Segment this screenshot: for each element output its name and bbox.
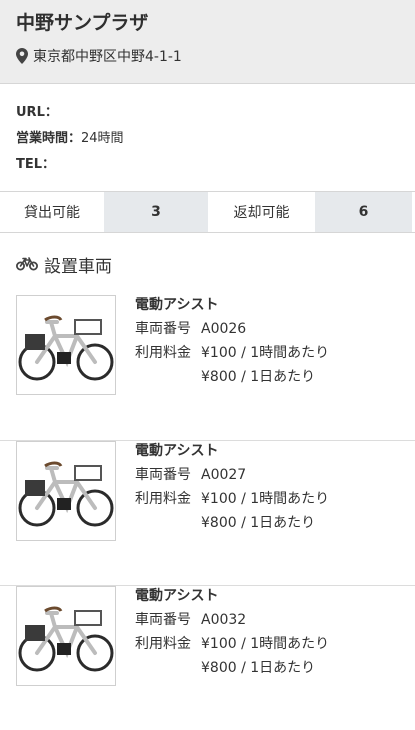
fee-label: 利用料金	[135, 636, 191, 652]
fee-label: 利用料金	[135, 491, 191, 507]
vehicle-id: A0027	[201, 467, 247, 483]
fee-hourly: ¥100 / 1時間あたり	[201, 491, 330, 507]
map-pin-icon	[16, 48, 28, 64]
vehicle-card[interactable]: 電動アシスト 車両番号 A0026 利用料金 ¥100 / 1時間あたり ¥80…	[0, 295, 415, 440]
url-label: URL：	[16, 105, 58, 120]
vehicle-image	[16, 295, 116, 395]
vehicle-image	[16, 586, 116, 686]
fee-hourly: ¥100 / 1時間あたり	[201, 345, 330, 361]
address-row: 東京都中野区中野4-1-1	[16, 46, 399, 66]
fee-daily: ¥800 / 1日あたり	[201, 660, 316, 676]
url-row: URL：	[16, 100, 399, 126]
vehicle-details: 電動アシスト 車両番号 A0026 利用料金 ¥100 / 1時間あたり ¥80…	[135, 295, 329, 440]
station-address: 東京都中野区中野4-1-1	[33, 49, 182, 65]
bicycle-icon	[16, 257, 38, 271]
section-title: 設置車両	[0, 233, 415, 295]
vehicle-id: A0026	[201, 321, 247, 337]
vehicle-details: 電動アシスト 車両番号 A0027 利用料金 ¥100 / 1時間あたり ¥80…	[135, 441, 329, 585]
vehicle-id-label: 車両番号	[135, 612, 191, 628]
vehicle-type: 電動アシスト	[135, 588, 219, 604]
rent-available-label: 貸出可能	[0, 192, 104, 232]
bicycle-photo-icon	[18, 315, 114, 381]
bicycle-photo-icon	[18, 461, 114, 527]
hours-label: 営業時間：	[16, 131, 82, 146]
station-header: 中野サンプラザ 東京都中野区中野4-1-1	[0, 0, 415, 84]
vehicle-list: 電動アシスト 車両番号 A0026 利用料金 ¥100 / 1時間あたり ¥80…	[0, 295, 415, 730]
hours-row: 営業時間： 24時間	[16, 126, 399, 152]
vehicle-image	[16, 441, 116, 541]
vehicle-details: 電動アシスト 車両番号 A0032 利用料金 ¥100 / 1時間あたり ¥80…	[135, 586, 329, 730]
availability-bar: 貸出可能 3 返却可能 6	[0, 192, 415, 233]
tel-row: TEL：	[16, 152, 399, 178]
tel-label: TEL：	[16, 157, 56, 172]
vehicle-id-label: 車両番号	[135, 321, 191, 337]
vehicle-type: 電動アシスト	[135, 443, 219, 459]
fee-daily: ¥800 / 1日あたり	[201, 515, 316, 531]
fee-label: 利用料金	[135, 345, 191, 361]
fee-hourly: ¥100 / 1時間あたり	[201, 636, 330, 652]
rent-available-count: 3	[104, 192, 208, 232]
hours-value: 24時間	[81, 131, 124, 146]
fee-daily: ¥800 / 1日あたり	[201, 369, 316, 385]
station-info: URL： 営業時間： 24時間 TEL：	[0, 84, 415, 192]
vehicle-id-label: 車両番号	[135, 467, 191, 483]
vehicle-card[interactable]: 電動アシスト 車両番号 A0032 利用料金 ¥100 / 1時間あたり ¥80…	[0, 585, 415, 730]
vehicle-card[interactable]: 電動アシスト 車両番号 A0027 利用料金 ¥100 / 1時間あたり ¥80…	[0, 440, 415, 585]
station-name: 中野サンプラザ	[16, 12, 149, 34]
return-available-label: 返却可能	[208, 192, 315, 232]
vehicle-id: A0032	[201, 612, 247, 628]
bicycle-photo-icon	[18, 606, 114, 672]
return-available-count: 6	[315, 192, 412, 232]
vehicle-type: 電動アシスト	[135, 297, 219, 313]
section-title-text: 設置車両	[44, 256, 112, 277]
